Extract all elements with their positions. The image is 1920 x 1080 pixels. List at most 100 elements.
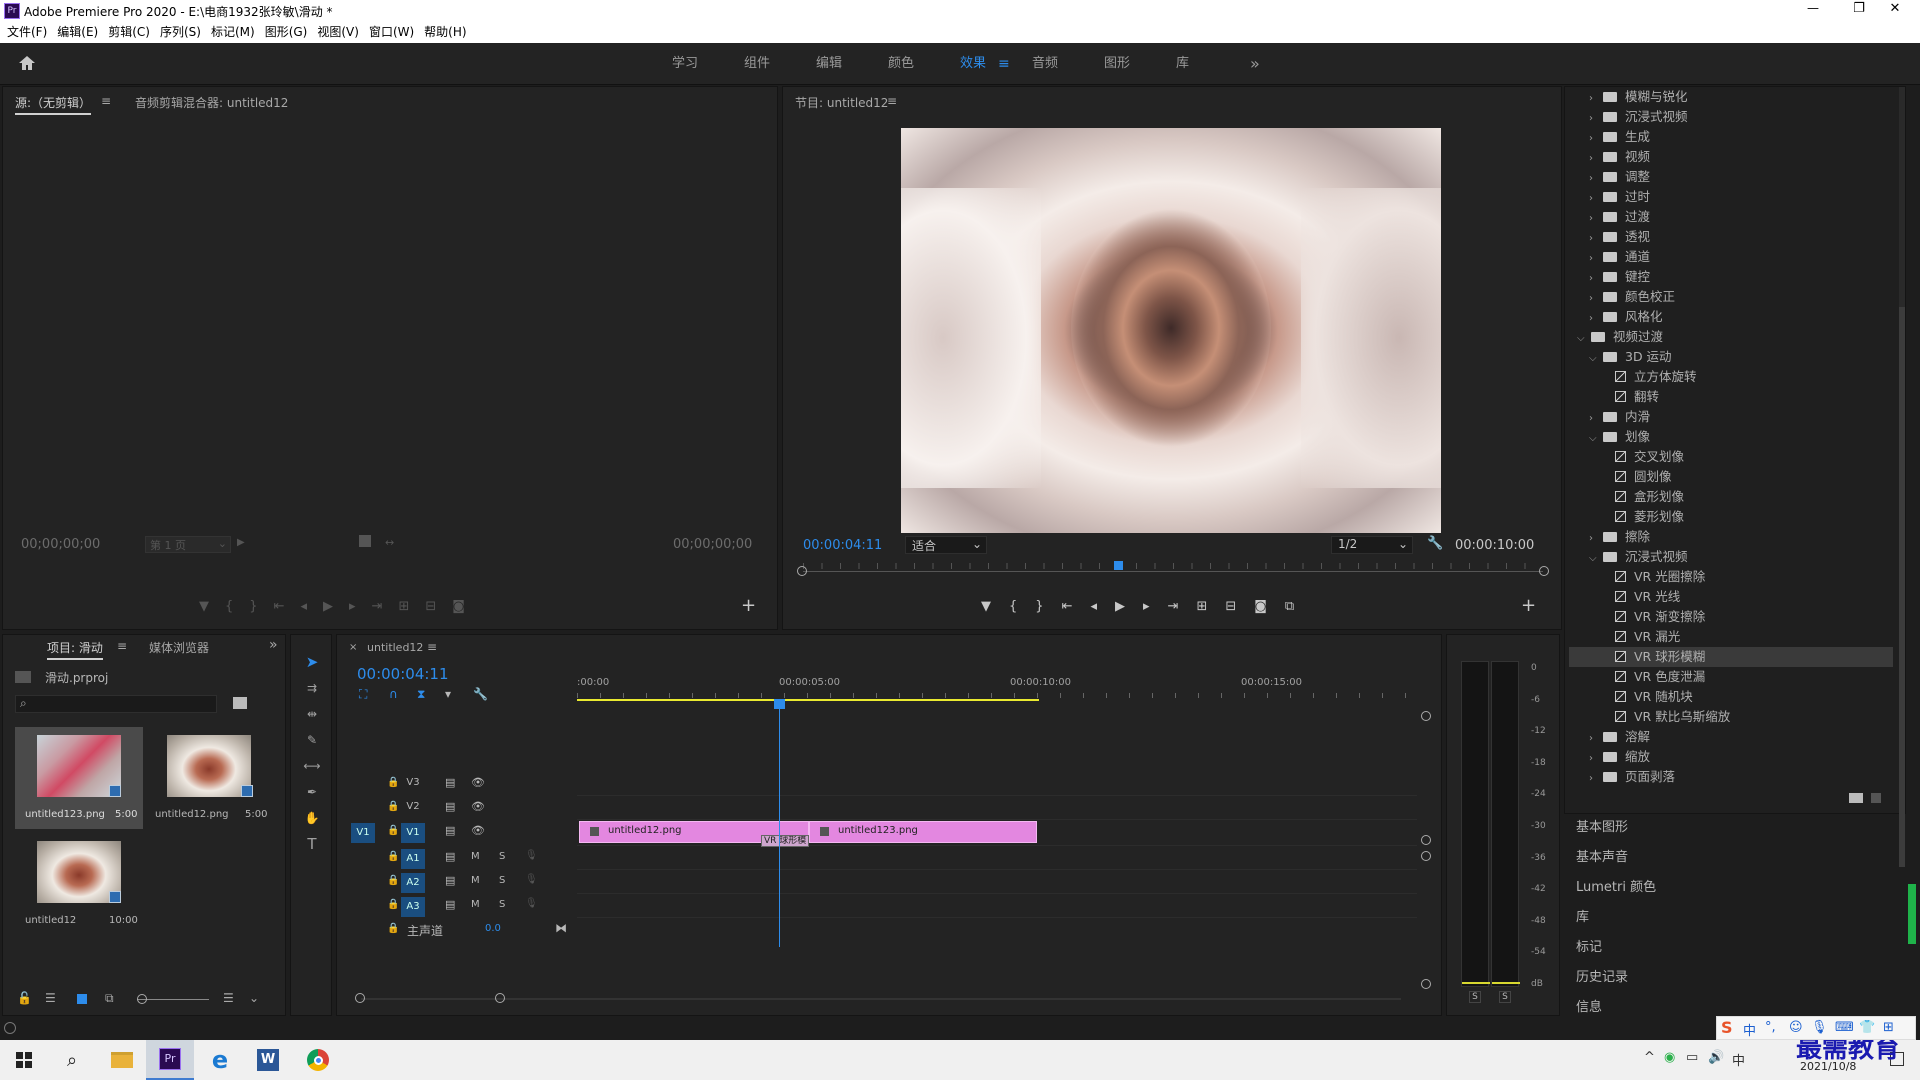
effects-preset[interactable]: VR 随机块 (1569, 687, 1893, 707)
windows-start-icon[interactable] (0, 1040, 48, 1080)
fit-icon[interactable]: ↔ (385, 536, 394, 549)
effects-folder[interactable]: › 过时 (1569, 187, 1893, 207)
sort-icon[interactable]: ☰ (223, 991, 234, 1005)
chevron-right-icon[interactable]: › (1589, 769, 1603, 789)
effects-folder[interactable]: › 调整 (1569, 167, 1893, 187)
panel-libraries[interactable]: 库 (1576, 904, 1906, 932)
chevron-right-icon[interactable]: › (1589, 189, 1603, 209)
effects-folder[interactable]: › 视频 (1569, 147, 1893, 167)
export-frame-icon[interactable] (359, 535, 371, 547)
more-workspaces-icon[interactable]: » (1250, 43, 1260, 85)
premiere-taskbar-icon[interactable]: Pr (146, 1040, 194, 1080)
video-clip[interactable]: untitled123.png (809, 821, 1037, 843)
add-button-icon[interactable]: + (1521, 595, 1536, 616)
chevron-right-icon[interactable]: › (1589, 229, 1603, 249)
go-to-in-icon[interactable]: ⇤ (1062, 599, 1091, 614)
project-item[interactable]: untitled12 10:00 (15, 833, 143, 935)
chevron-right-icon[interactable]: › (1589, 149, 1603, 169)
track-label[interactable]: V3 (403, 777, 423, 788)
icon-view-icon[interactable] (77, 994, 87, 1004)
tab-source[interactable]: 源:（无剪辑） (15, 94, 92, 115)
source-tab-menu-icon[interactable]: ≡ (101, 94, 111, 108)
menu-clip[interactable]: 剪辑(C) (108, 22, 150, 43)
effects-preset[interactable]: VR 默比乌斯缩放 (1569, 707, 1893, 727)
work-area-bar[interactable] (577, 699, 1039, 701)
effects-folder[interactable]: › 透视 (1569, 227, 1893, 247)
program-title[interactable]: 节目: untitled12 (795, 94, 888, 111)
effects-folder[interactable]: › 键控 (1569, 267, 1893, 287)
lock-icon[interactable]: 🔒 (387, 875, 399, 886)
chevron-right-icon[interactable]: › (1589, 129, 1603, 149)
solo-button[interactable]: S (499, 851, 505, 862)
vscroll-handle-mid1[interactable] (1421, 835, 1431, 845)
eye-icon[interactable]: 👁 (471, 824, 485, 837)
effects-scrollbar-thumb[interactable] (1899, 307, 1905, 867)
film-icon[interactable]: ▤ (445, 776, 455, 789)
linked-selection-icon[interactable]: ⧗ (417, 687, 425, 702)
chevron-down-icon[interactable]: ⌵ (1589, 349, 1603, 369)
timeline-timecode[interactable]: 00:00:04:11 (357, 665, 449, 683)
home-icon[interactable] (18, 55, 36, 71)
menu-file[interactable]: 文件(F) (7, 22, 47, 43)
source-page-select[interactable]: 第 1 页 ⌄ (145, 536, 231, 553)
ime-indicator[interactable]: 中 (1732, 1050, 1745, 1069)
vscroll-handle-mid2[interactable] (1421, 851, 1431, 861)
chevron-right-icon[interactable]: › (1589, 309, 1603, 329)
lift-icon[interactable]: ⊞ (1196, 599, 1225, 614)
effects-folder[interactable]: › 缩放 (1569, 747, 1893, 767)
transition-block[interactable]: VR 球形模 (761, 835, 809, 847)
tray-up-icon[interactable]: ^ (1644, 1050, 1655, 1065)
zoom-slider[interactable] (137, 999, 209, 1000)
hscroll-handle-right[interactable] (495, 993, 505, 1003)
workspace-tab-editing[interactable]: 编辑 (816, 43, 842, 85)
search-icon[interactable]: ⌕ (48, 1040, 96, 1080)
chevron-right-icon[interactable]: › (1589, 529, 1603, 549)
track-label[interactable]: A2 (401, 873, 425, 893)
hscroll-handle-left[interactable] (355, 993, 365, 1003)
emoji-icon[interactable]: ☺ (1789, 1020, 1803, 1035)
mark-in-icon[interactable]: { (225, 599, 249, 614)
effects-folder[interactable]: › 颜色校正 (1569, 287, 1893, 307)
track-label[interactable]: A1 (401, 849, 425, 869)
program-playhead[interactable] (1114, 561, 1123, 570)
panel-essential-graphics[interactable]: 基本图形 (1576, 814, 1906, 842)
menu-view[interactable]: 视图(V) (317, 22, 359, 43)
lock-icon[interactable]: 🔒 (387, 851, 399, 862)
track-label[interactable]: V1 (401, 823, 425, 843)
effects-folder[interactable]: › 风格化 (1569, 307, 1893, 327)
source-timecode-right[interactable]: 00;00;00;00 (673, 537, 752, 552)
workspace-tab-color[interactable]: 颜色 (888, 43, 914, 85)
track-label[interactable]: V2 (403, 801, 423, 812)
tab-project[interactable]: 项目: 滑动 (47, 639, 103, 660)
new-bin-icon[interactable] (233, 697, 247, 709)
effects-folder[interactable]: › 生成 (1569, 127, 1893, 147)
menu-graphics[interactable]: 图形(G) (265, 22, 308, 43)
project-item[interactable]: untitled12.png 5:00 (145, 727, 273, 829)
master-volume[interactable]: 0.0 (485, 923, 501, 934)
workspace-tab-learn[interactable]: 学习 (672, 43, 698, 85)
chevron-right-icon[interactable]: › (1589, 249, 1603, 269)
chevron-right-icon[interactable]: › (1589, 289, 1603, 309)
sogou-icon[interactable]: S (1721, 1018, 1733, 1037)
timeline-ruler[interactable]: :00:00 00:00:05:00 00:00:10:00 00:00:15:… (577, 671, 1417, 705)
chevron-right-icon[interactable]: › (1589, 89, 1603, 109)
effects-preset[interactable]: VR 光圈擦除 (1569, 567, 1893, 587)
menu-sequence[interactable]: 序列(S) (160, 22, 201, 43)
tab-audio-clip-mixer[interactable]: 音频剪辑混合器: untitled12 (135, 94, 288, 111)
workspace-menu-icon[interactable]: ≡ (998, 43, 1010, 85)
menu-grid-icon[interactable]: ⊞ (1883, 1020, 1894, 1035)
list-view-icon[interactable]: ☰ (45, 991, 56, 1005)
hand-tool-icon[interactable]: ✋ (303, 809, 321, 827)
effects-preset[interactable]: 翻转 (1569, 387, 1893, 407)
camera-icon[interactable]: ◙ (452, 599, 481, 614)
effects-folder[interactable]: › 擦除 (1569, 527, 1893, 547)
effects-preset[interactable]: VR 渐变擦除 (1569, 607, 1893, 627)
lock-icon[interactable]: 🔒 (387, 899, 399, 910)
go-to-out-icon[interactable]: ⇥ (1168, 599, 1197, 614)
pen-tool-icon[interactable]: ✒ (303, 783, 321, 801)
panel-essential-sound[interactable]: 基本声音 (1576, 844, 1906, 872)
mute-button[interactable]: M (471, 899, 480, 910)
panel-lumetri-color[interactable]: Lumetri 颜色 (1576, 874, 1906, 902)
chevron-right-icon[interactable]: › (1589, 749, 1603, 769)
file-explorer-icon[interactable] (98, 1040, 146, 1080)
